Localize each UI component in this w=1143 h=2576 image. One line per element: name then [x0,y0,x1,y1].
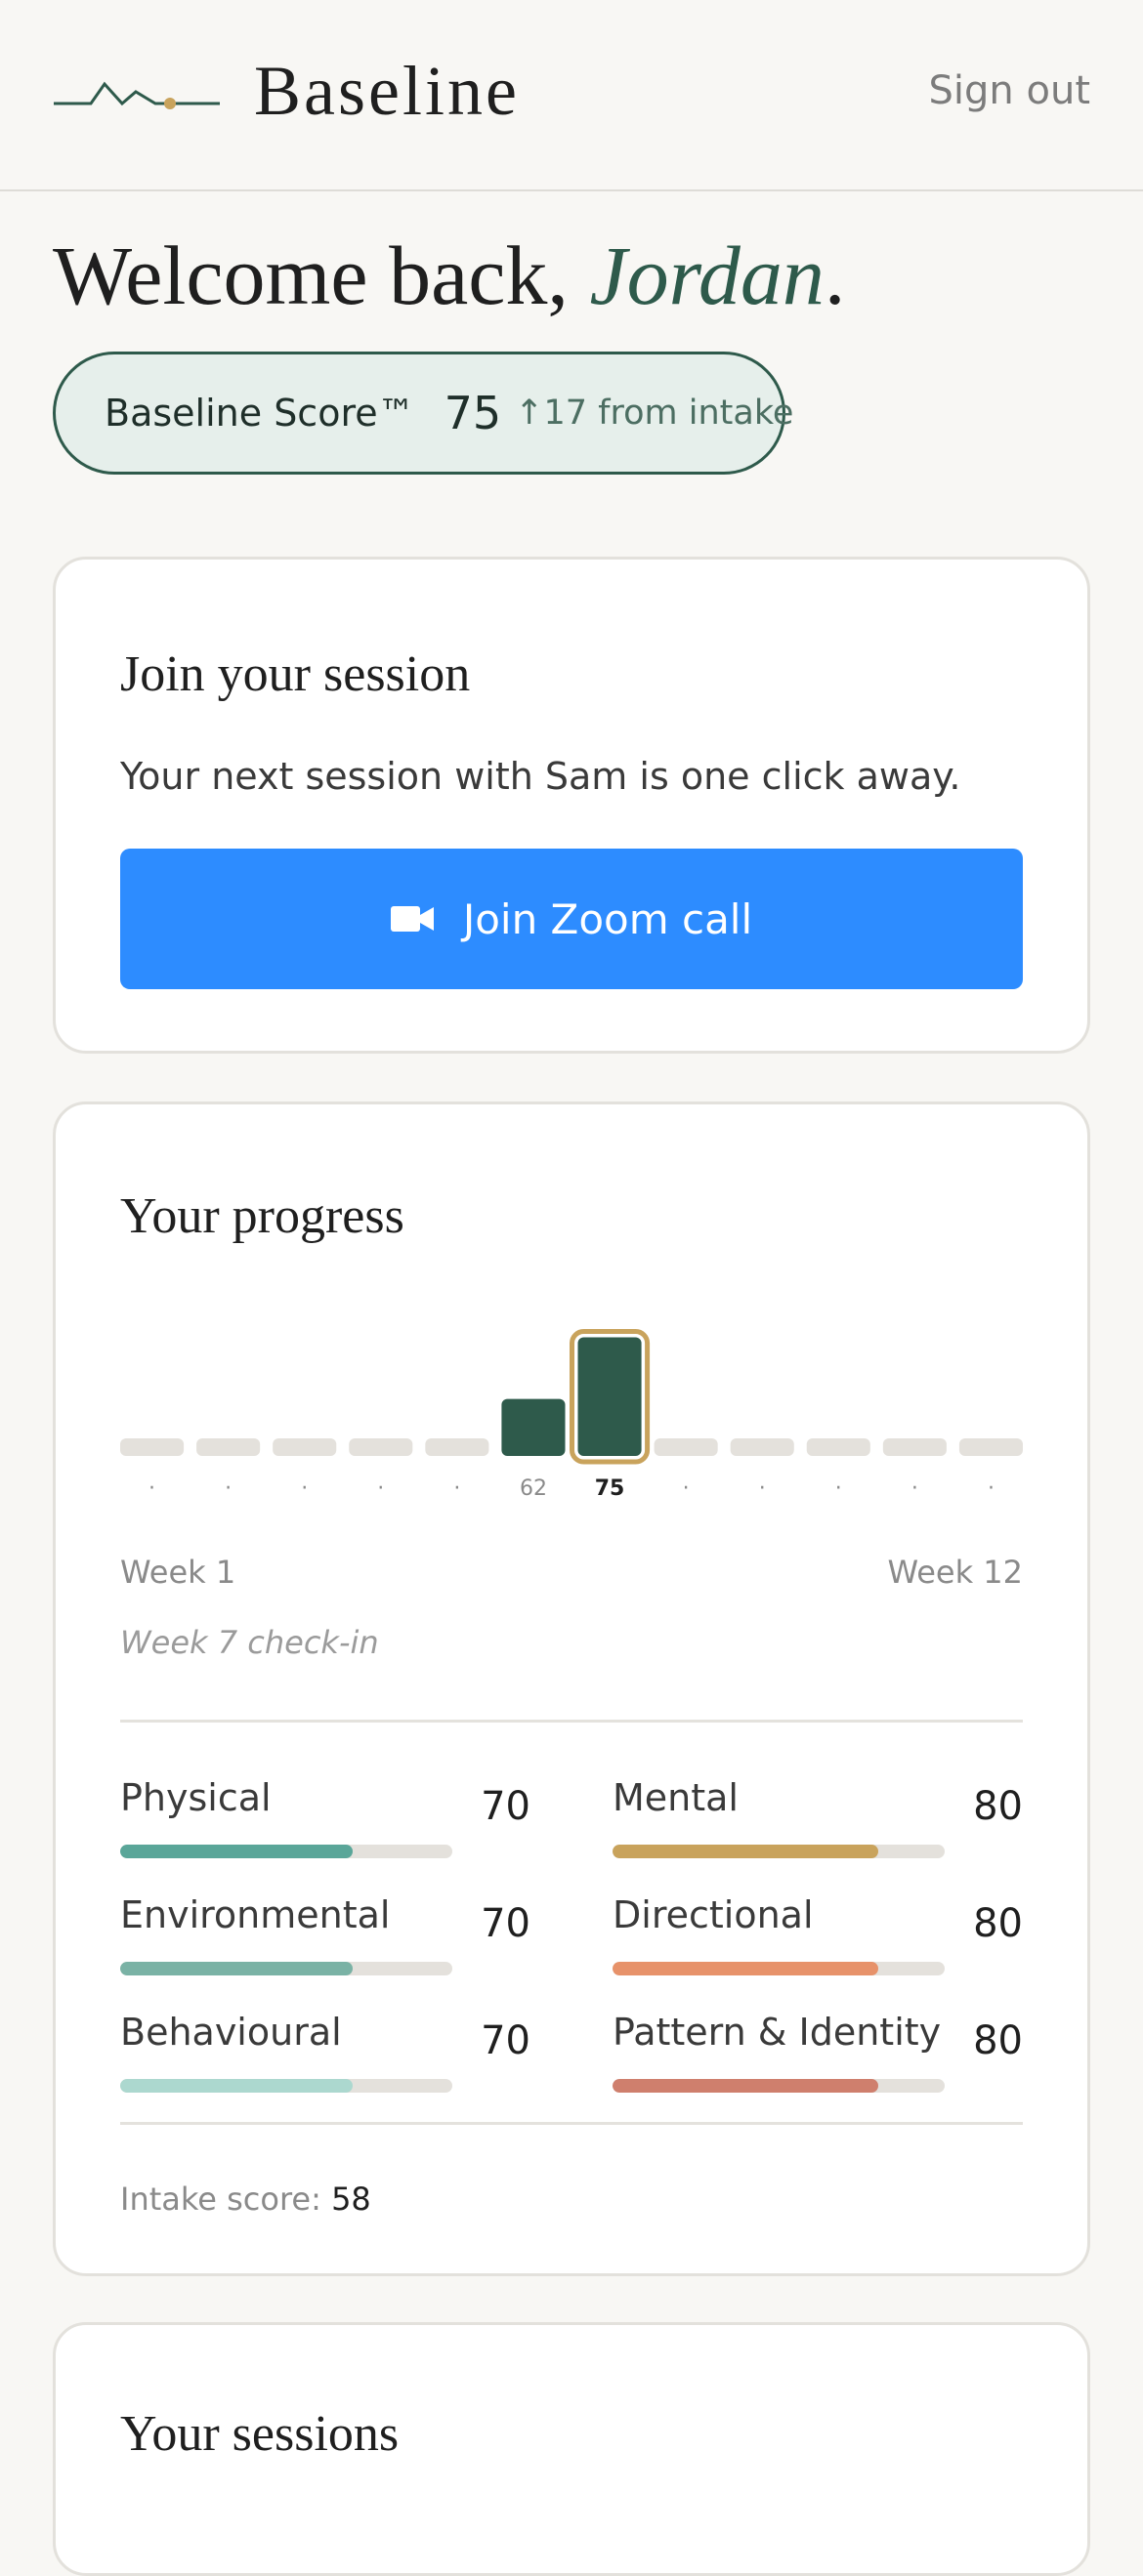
progress-divider-top [120,1720,1023,1723]
metric-progress-fill [613,1962,878,1975]
score-value: 75 [444,387,502,439]
chart-label-week-10: · [835,1476,842,1501]
chart-bar-empty-week-8 [654,1438,718,1456]
week-start-label: Week 1 [120,1554,236,1591]
chart-bar-empty-week-12 [958,1438,1023,1456]
intake-value: 58 [331,2181,371,2218]
sessions-card-title: Your sessions [120,2406,400,2462]
chart-bar-empty-week-10 [806,1438,870,1456]
metric-value: 70 [481,1784,530,1829]
metric-name: Environmental [120,1893,391,1936]
session-description: Your next session with Sam is one click … [120,755,961,798]
chart-label-week-2: · [225,1476,232,1501]
chart-bar-empty-week-9 [730,1438,794,1456]
metric-pattern-identity: Pattern & Identity 80 [613,2011,1023,2108]
metric-mental: Mental 80 [613,1776,1023,1874]
chart-bar-empty-week-4 [349,1438,413,1456]
metric-value: 80 [973,1901,1023,1946]
week-end-label: Week 12 [887,1554,1023,1591]
metric-environmental: Environmental 70 [120,1893,530,1991]
metric-value: 80 [973,2018,1023,2063]
welcome-greeting: Welcome back, [53,229,590,322]
welcome-punct: . [824,229,846,322]
progress-card-title: Your progress [120,1188,404,1244]
metric-progress-fill [613,1845,878,1858]
metric-progress-bar [120,1845,452,1858]
chart-label-week-11: · [911,1476,918,1501]
welcome-name: Jordan [589,229,825,322]
session-card: Join your session Your next session with… [53,557,1090,1054]
metric-physical: Physical 70 [120,1776,530,1874]
metric-name: Directional [613,1893,814,1936]
metric-progress-bar [613,1845,945,1858]
metric-name: Pattern & Identity [613,2011,942,2054]
metric-name: Behavioural [120,2011,342,2054]
metric-progress-fill [120,1845,353,1858]
chart-label-week-9: · [759,1476,766,1501]
chart-label-week-5: · [453,1476,460,1501]
metric-progress-fill [120,2079,353,2093]
metric-progress-fill [120,1962,353,1975]
intake-score: Intake score: 58 [120,2181,371,2218]
checkin-label: Week 7 check-in [120,1624,379,1661]
chart-label-week-6: 62 [520,1476,547,1501]
chart-bar-empty-week-5 [425,1438,489,1456]
brand-name: Baseline [254,52,520,130]
metric-name: Physical [120,1776,272,1819]
app-header: Baseline Sign out [0,0,1143,191]
sessions-card: Your sessions [53,2322,1090,2576]
metric-behavioural: Behavioural 70 [120,2011,530,2108]
weekly-score-chart: · · · · · 62 75 · · · · · [120,1329,1023,1501]
metric-progress-bar [613,1962,945,1975]
chart-label-week-4: · [377,1476,384,1501]
progress-divider-bottom [120,2122,1023,2125]
chart-label-week-8: · [683,1476,690,1501]
metric-progress-fill [613,2079,878,2093]
progress-card: Your progress · · · · · 62 75 · · · · · Week 1 Week… [53,1101,1090,2276]
metric-progress-bar [613,2079,945,2093]
metric-directional: Directional 80 [613,1893,1023,1991]
welcome-heading: Welcome back, Jordan. [53,227,845,324]
sign-out-link[interactable]: Sign out [929,68,1090,113]
metric-value: 70 [481,1901,530,1946]
intake-label: Intake score: [120,2181,332,2218]
chart-label-week-3: · [301,1476,308,1501]
chart-bar-empty-week-2 [196,1438,261,1456]
metric-name: Mental [613,1776,739,1819]
metric-value: 70 [481,2018,530,2063]
metric-value: 80 [973,1784,1023,1829]
chart-bar-week-6 [501,1398,566,1456]
baseline-logo-icon [54,81,220,109]
chart-bar-week-7 [577,1337,642,1456]
baseline-score-badge: Baseline Score™ 75 ↑17 from intake [53,352,793,475]
video-camera-icon [390,906,434,932]
score-label: Baseline Score™ [105,392,415,435]
session-card-title: Join your session [120,646,471,702]
metric-progress-bar [120,2079,452,2093]
chart-label-week-1: · [148,1476,155,1501]
chart-bar-empty-week-11 [882,1438,947,1456]
chart-bar-empty-week-1 [120,1438,185,1456]
chart-label-week-7: 75 [595,1476,625,1501]
join-zoom-label: Join Zoom call [462,894,753,943]
chart-bar-empty-week-3 [273,1438,337,1456]
score-delta: ↑17 from intake [515,394,794,433]
chart-label-week-12: · [988,1476,995,1501]
metric-progress-bar [120,1962,452,1975]
join-zoom-button[interactable]: Join Zoom call [120,849,1023,989]
